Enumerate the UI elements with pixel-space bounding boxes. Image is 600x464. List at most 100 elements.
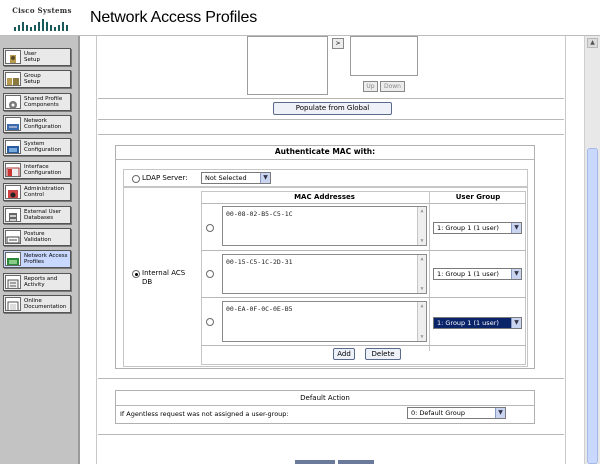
delete-button[interactable]: Delete xyxy=(365,348,401,360)
default-group-value: 0: Default Group xyxy=(411,409,465,417)
divider xyxy=(115,405,535,406)
documentation-icon xyxy=(5,297,21,311)
internal-acs-db-label: Internal ACS DB xyxy=(142,269,186,286)
mac-row-3-textarea[interactable]: 00-EA-0F-0C-0E-B5 ▲ ▼ xyxy=(222,301,427,342)
sidebar-item-label: Interface Configuration xyxy=(24,164,62,176)
mac-row-3-radio[interactable] xyxy=(206,318,214,326)
network-icon xyxy=(5,117,21,131)
default-action-title: Default Action xyxy=(300,394,350,402)
move-right-button[interactable]: > xyxy=(332,38,344,49)
system-icon xyxy=(5,140,21,154)
divider xyxy=(98,434,564,435)
sidebar: User Setup Group Setup Shared Profile Co… xyxy=(0,36,80,464)
mac-row-2-value: 00-15-C5-1C-2D-31 xyxy=(226,258,293,266)
mac-row-1-radio[interactable] xyxy=(206,224,214,232)
divider xyxy=(98,119,564,120)
shared-profile-icon xyxy=(5,95,21,109)
content-area: > Up Down Populate from Global Authentic… xyxy=(80,36,584,464)
sidebar-item-group-setup[interactable]: Group Setup xyxy=(3,70,71,88)
cancel-button-edge[interactable] xyxy=(338,460,374,464)
user-group-header: User Group xyxy=(455,193,501,201)
sidebar-item-user-setup[interactable]: User Setup xyxy=(3,48,71,66)
chevron-down-icon: ▼ xyxy=(260,173,270,183)
sidebar-item-label: Administration Control xyxy=(24,186,65,198)
textarea-scrollbar[interactable]: ▲ ▼ xyxy=(417,207,426,245)
divider xyxy=(201,250,526,251)
chevron-down-icon: ▼ xyxy=(495,408,505,418)
mac-addresses-header: MAC Addresses xyxy=(294,193,355,201)
mac-row-2-textarea[interactable]: 00-15-C5-1C-2D-31 ▲ ▼ xyxy=(222,254,427,294)
default-group-select[interactable]: 0: Default Group ▼ xyxy=(407,407,506,419)
available-list[interactable] xyxy=(247,36,328,95)
logo-text: Cisco Systems xyxy=(12,6,72,15)
ldap-server-select[interactable]: Not Selected ▼ xyxy=(201,172,271,184)
divider xyxy=(201,297,526,298)
sidebar-item-label: User Setup xyxy=(24,51,41,63)
divider xyxy=(115,159,535,160)
sidebar-item-label: Group Setup xyxy=(24,73,41,85)
sidebar-item-label: System Configuration xyxy=(24,141,62,153)
chevron-down-icon: ▼ xyxy=(511,269,521,279)
mac-row-1-group-select[interactable]: 1: Group 1 (1 user) ▼ xyxy=(433,222,522,234)
mac-row-3-group-value: 1: Group 1 (1 user) xyxy=(437,319,499,327)
sidebar-item-interface-configuration[interactable]: Interface Configuration xyxy=(3,161,71,179)
sidebar-item-reports-and-activity[interactable]: Reports and Activity xyxy=(3,273,71,291)
selected-list[interactable] xyxy=(350,36,418,76)
sidebar-item-online-documentation[interactable]: Online Documentation xyxy=(3,295,71,313)
divider xyxy=(201,345,526,346)
sidebar-item-external-user-databases[interactable]: External User Databases xyxy=(3,206,71,224)
divider xyxy=(98,378,564,379)
mac-row-1-group-value: 1: Group 1 (1 user) xyxy=(437,224,499,232)
sidebar-item-label: Network Configuration xyxy=(24,118,62,130)
sidebar-item-administration-control[interactable]: Administration Control xyxy=(3,183,71,201)
page-scrollbar[interactable]: ▲ xyxy=(584,36,600,464)
textarea-scrollbar[interactable]: ▲ ▼ xyxy=(417,302,426,341)
mac-row-1-value: 00-08-02-B5-C5-1C xyxy=(226,210,293,218)
ldap-server-radio[interactable] xyxy=(132,175,140,183)
cisco-bars-icon xyxy=(14,19,68,31)
sidebar-item-network-configuration[interactable]: Network Configuration xyxy=(3,115,71,133)
network-access-icon xyxy=(5,252,21,266)
add-button[interactable]: Add xyxy=(333,348,355,360)
mac-row-3-value: 00-EA-0F-0C-0E-B5 xyxy=(226,305,293,313)
sidebar-item-system-configuration[interactable]: System Configuration xyxy=(3,138,71,156)
mac-row-2-group-select[interactable]: 1: Group 1 (1 user) ▼ xyxy=(433,268,522,280)
chevron-down-icon: ▼ xyxy=(511,223,521,233)
cisco-logo: Cisco Systems xyxy=(9,5,75,33)
down-button[interactable]: Down xyxy=(380,81,405,92)
mac-row-1-textarea[interactable]: 00-08-02-B5-C5-1C ▲ ▼ xyxy=(222,206,427,246)
scroll-up-icon[interactable]: ▲ xyxy=(587,38,598,48)
up-button[interactable]: Up xyxy=(363,81,378,92)
header: Cisco Systems Network Access Profiles xyxy=(0,0,600,36)
sidebar-item-shared-profile[interactable]: Shared Profile Components xyxy=(3,93,71,111)
divider xyxy=(98,134,564,135)
textarea-scrollbar[interactable]: ▲ ▼ xyxy=(417,255,426,293)
scrollbar-thumb[interactable] xyxy=(587,148,598,464)
sidebar-item-network-access-profiles[interactable]: Network Access Profiles xyxy=(3,250,71,268)
page-title: Network Access Profiles xyxy=(90,9,258,26)
submit-button-edge[interactable] xyxy=(295,460,335,464)
ldap-server-label: LDAP Server: xyxy=(142,174,188,182)
reports-icon xyxy=(5,275,21,289)
internal-acs-db-radio[interactable] xyxy=(132,270,140,278)
divider xyxy=(201,203,526,204)
populate-from-global-button[interactable]: Populate from Global xyxy=(273,102,392,115)
sidebar-item-label: Posture Validation xyxy=(24,231,52,243)
interface-icon xyxy=(5,163,21,177)
sidebar-item-label: Online Documentation xyxy=(24,298,67,310)
user-icon xyxy=(5,50,21,64)
mac-row-2-radio[interactable] xyxy=(206,270,214,278)
mac-row-3-group-select[interactable]: 1: Group 1 (1 user) ▼ xyxy=(433,317,522,329)
mac-row-2-group-value: 1: Group 1 (1 user) xyxy=(437,270,499,278)
posture-icon xyxy=(5,230,21,244)
group-icon xyxy=(5,72,21,86)
sidebar-item-label: Network Access Profiles xyxy=(24,253,68,265)
chevron-down-icon: ▼ xyxy=(511,318,521,328)
sidebar-item-posture-validation[interactable]: Posture Validation xyxy=(3,228,71,246)
default-action-prompt: If Agentless request was not assigned a … xyxy=(120,410,289,418)
sidebar-item-label: Shared Profile Components xyxy=(24,96,63,108)
column-divider xyxy=(429,191,430,351)
administration-icon xyxy=(5,185,21,199)
sidebar-item-label: External User Databases xyxy=(24,209,62,221)
ldap-server-value: Not Selected xyxy=(205,174,247,182)
